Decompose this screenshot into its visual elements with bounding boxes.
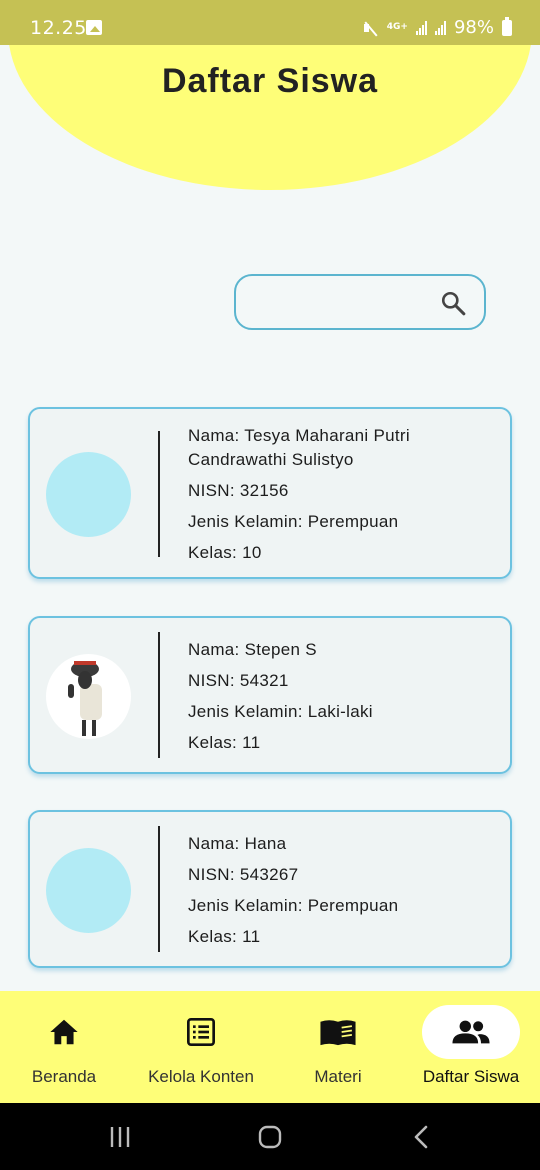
search-input[interactable] [248, 284, 438, 320]
book-icon [320, 1020, 356, 1046]
image-notification-icon [86, 20, 102, 35]
nav-label-daftar-siswa: Daftar Siswa [422, 1067, 520, 1086]
home-button-icon[interactable] [256, 1123, 284, 1151]
signal-icon [415, 20, 427, 35]
card-divider [158, 632, 160, 758]
nav-icon-container [24, 1005, 104, 1059]
student-avatar [46, 848, 131, 933]
system-navigation-bar [0, 1103, 540, 1170]
student-name: Nama: Tesya Maharani Putri Candrawathi S… [188, 426, 410, 469]
mute-icon [363, 20, 379, 36]
nav-label-materi: Materi [314, 1067, 362, 1086]
nav-label-kelola-konten: Kelola Konten [148, 1067, 254, 1086]
people-icon [452, 1020, 490, 1044]
card-divider [158, 826, 160, 952]
student-info: Nama: Stepen S NISN: 54321 Jenis Kelamin… [188, 638, 498, 762]
page-title: Daftar Siswa [161, 62, 379, 100]
student-class: Kelas: 10 [188, 543, 262, 562]
nav-item-kelola-konten[interactable]: Kelola Konten [133, 991, 269, 1103]
student-card[interactable]: Nama: Stepen S NISN: 54321 Jenis Kelamin… [28, 616, 512, 774]
sheep-character-image [68, 661, 102, 736]
student-gender: Jenis Kelamin: Perempuan [188, 896, 399, 915]
status-icons: 4G+ 98% [363, 16, 512, 38]
student-gender: Jenis Kelamin: Laki-laki [188, 702, 373, 721]
student-card[interactable]: Nama: Hana NISN: 543267 Jenis Kelamin: P… [28, 810, 512, 968]
student-info: Nama: Tesya Maharani Putri Candrawathi S… [188, 424, 498, 572]
nav-icon-container-active [422, 1005, 520, 1059]
list-icon [187, 1018, 215, 1046]
student-nisn: NISN: 54321 [188, 671, 289, 690]
student-avatar [46, 452, 131, 537]
nav-item-daftar-siswa[interactable]: Daftar Siswa [408, 991, 534, 1103]
bottom-navigation: Beranda Kelola Konten Materi Daftar Sisw… [0, 991, 540, 1103]
back-icon[interactable] [408, 1123, 436, 1151]
nav-icon-container [298, 1005, 378, 1059]
search-box[interactable] [234, 274, 486, 330]
nav-label-beranda: Beranda [31, 1067, 97, 1086]
nav-icon-container [161, 1005, 241, 1059]
nav-item-beranda[interactable]: Beranda [0, 991, 128, 1103]
home-icon [50, 1019, 78, 1045]
network-type: 4G+ [386, 22, 408, 32]
student-avatar [46, 654, 131, 739]
search-icon[interactable] [440, 290, 466, 316]
student-nisn: NISN: 543267 [188, 865, 299, 884]
recent-apps-icon[interactable] [106, 1123, 134, 1151]
student-nisn: NISN: 32156 [188, 481, 289, 500]
student-card[interactable]: Nama: Tesya Maharani Putri Candrawathi S… [28, 407, 512, 579]
status-bar: 12.25 4G+ 98% [0, 0, 540, 45]
nav-item-materi[interactable]: Materi [278, 991, 398, 1103]
student-class: Kelas: 11 [188, 733, 261, 752]
card-divider [158, 431, 160, 557]
student-gender: Jenis Kelamin: Perempuan [188, 512, 399, 531]
battery-percent: 98% [453, 17, 494, 38]
student-info: Nama: Hana NISN: 543267 Jenis Kelamin: P… [188, 832, 498, 956]
status-time: 12.25 [30, 17, 87, 39]
student-class: Kelas: 11 [188, 927, 261, 946]
student-name: Nama: Hana [188, 834, 287, 853]
battery-icon [502, 16, 512, 36]
student-name: Nama: Stepen S [188, 640, 317, 659]
signal-icon [434, 20, 446, 35]
